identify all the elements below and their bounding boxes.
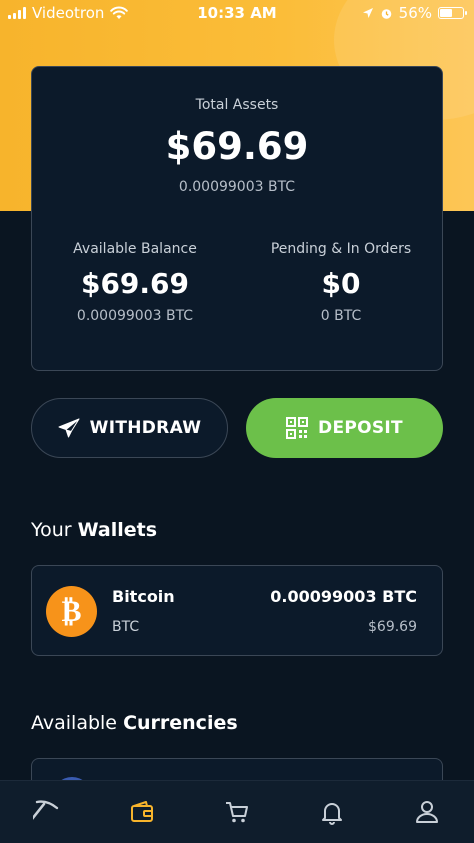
available-balance: Available Balance $69.69 0.00099003 BTC bbox=[32, 241, 238, 324]
wallet-item-bitcoin[interactable]: ₿ Bitcoin BTC 0.00099003 BTC $69.69 bbox=[31, 565, 443, 656]
wallets-title-prefix: Your bbox=[31, 519, 72, 541]
cart-icon bbox=[225, 802, 248, 823]
status-right: 56% bbox=[362, 4, 467, 22]
tab-notifications[interactable] bbox=[302, 787, 362, 837]
paper-plane-icon bbox=[58, 418, 80, 438]
wallet-value: $69.69 bbox=[368, 619, 417, 635]
total-assets-amount: $69.69 bbox=[165, 125, 309, 168]
deposit-button[interactable]: DEPOSIT bbox=[246, 398, 443, 458]
pending-orders-amount: $0 bbox=[321, 267, 361, 300]
pending-orders-btc: 0 BTC bbox=[320, 308, 362, 324]
bell-icon bbox=[321, 803, 342, 825]
wallet-amount: 0.00099003 BTC bbox=[270, 587, 417, 606]
currencies-title-bold: Currencies bbox=[123, 712, 238, 734]
currencies-section-title: Available Currencies bbox=[31, 712, 238, 734]
tab-profile[interactable] bbox=[397, 787, 457, 837]
bottom-tab-bar bbox=[0, 780, 474, 843]
wallets-title-bold: Wallets bbox=[77, 519, 158, 541]
pending-orders-label: Pending & In Orders bbox=[270, 241, 412, 257]
pending-orders: Pending & In Orders $0 0 BTC bbox=[238, 241, 444, 324]
qr-code-icon bbox=[286, 417, 309, 439]
withdraw-button[interactable]: WITHDRAW bbox=[31, 398, 228, 458]
available-balance-btc: 0.00099003 BTC bbox=[76, 308, 194, 324]
wallets-section-title: Your Wallets bbox=[31, 519, 157, 541]
profile-icon bbox=[415, 801, 438, 823]
total-assets-label: Total Assets bbox=[195, 97, 279, 113]
pickaxe-icon bbox=[33, 800, 59, 821]
available-balance-label: Available Balance bbox=[73, 241, 197, 257]
bitcoin-icon: ₿ bbox=[46, 586, 97, 637]
tab-mining[interactable] bbox=[17, 787, 77, 837]
currencies-title-prefix: Available bbox=[31, 712, 118, 734]
total-assets-btc: 0.00099003 BTC bbox=[178, 179, 296, 195]
status-bar: Videotron 10:33 AM 56% bbox=[0, 0, 474, 28]
deposit-label: DEPOSIT bbox=[318, 418, 403, 438]
withdraw-label: WITHDRAW bbox=[89, 418, 202, 438]
tab-shop[interactable] bbox=[207, 787, 267, 837]
wallet-name: Bitcoin bbox=[112, 587, 175, 606]
battery-percent: 56% bbox=[398, 4, 432, 22]
tab-wallet[interactable] bbox=[112, 787, 172, 837]
total-assets-card: Total Assets $69.69 0.00099003 BTC Avail… bbox=[31, 66, 443, 371]
wallet-icon bbox=[131, 801, 154, 822]
location-arrow-icon bbox=[362, 8, 373, 18]
battery-icon bbox=[438, 7, 467, 19]
wallet-symbol: BTC bbox=[112, 619, 140, 635]
alarm-icon bbox=[381, 8, 391, 19]
available-balance-amount: $69.69 bbox=[80, 267, 190, 300]
